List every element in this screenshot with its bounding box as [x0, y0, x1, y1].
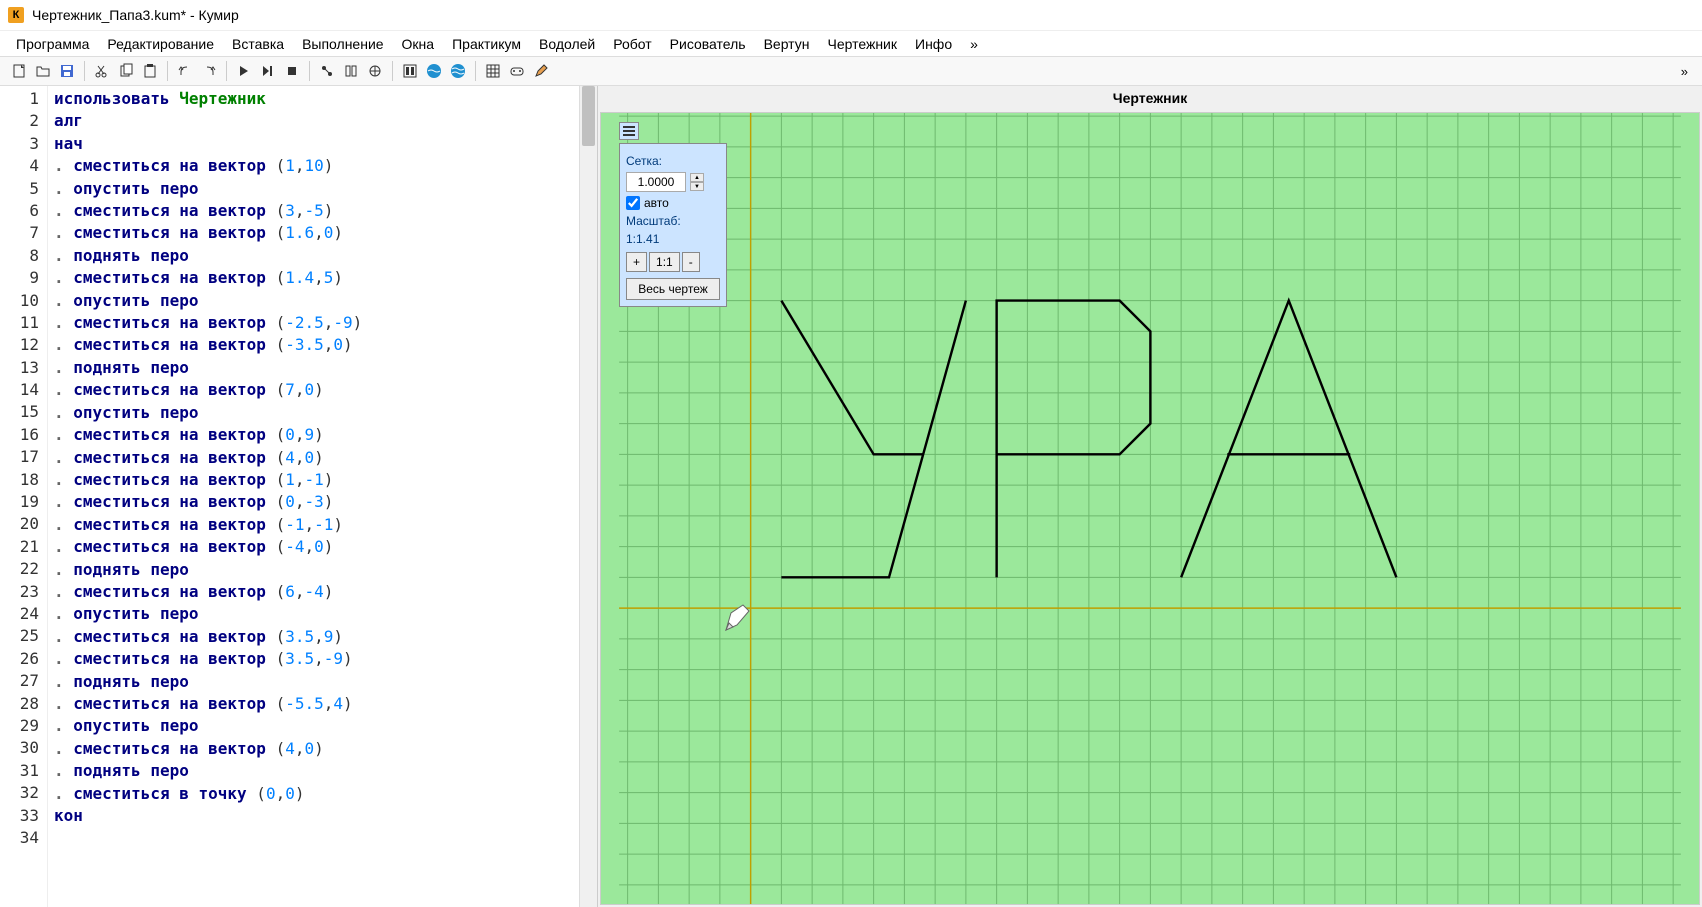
open-file-button[interactable] — [32, 60, 54, 82]
zoom-reset-button[interactable]: 1:1 — [649, 252, 680, 272]
menu-чертежник[interactable]: Чертежник — [819, 34, 905, 54]
titlebar: К Чертежник_Папа3.kum* - Кумир — [0, 0, 1702, 30]
zoom-out-button[interactable]: - — [682, 252, 700, 272]
redo-button[interactable] — [198, 60, 220, 82]
tool-c-button[interactable] — [364, 60, 386, 82]
panel-menu-button[interactable] — [619, 122, 639, 140]
toolbar-separator — [167, 61, 168, 81]
game-tool-button[interactable] — [506, 60, 528, 82]
grid-label: Сетка: — [626, 154, 720, 168]
menu-редактирование[interactable]: Редактирование — [99, 34, 222, 54]
toggle-1-button[interactable] — [399, 60, 421, 82]
menu-робот[interactable]: Робот — [605, 34, 659, 54]
tool-a-button[interactable] — [316, 60, 338, 82]
zoom-in-button[interactable]: + — [626, 252, 647, 272]
cut-button[interactable] — [91, 60, 113, 82]
canvas-title: Чертежник — [598, 86, 1702, 110]
editor-scrollbar[interactable] — [579, 86, 597, 907]
undo-button[interactable] — [174, 60, 196, 82]
main-area: 1234567891011121314151617181920212223242… — [0, 86, 1702, 907]
save-file-button[interactable] — [56, 60, 78, 82]
menu-инфо[interactable]: Инфо — [907, 34, 960, 54]
menu-окна[interactable]: Окна — [394, 34, 443, 54]
toolbar: » — [0, 56, 1702, 86]
menu-практикум[interactable]: Практикум — [444, 34, 529, 54]
tool-b-button[interactable] — [340, 60, 362, 82]
grid-size-input[interactable] — [626, 172, 686, 192]
draw-tool-button[interactable] — [530, 60, 552, 82]
step-button[interactable] — [257, 60, 279, 82]
canvas-area[interactable]: Сетка: ▲ ▼ авто Масштаб: 1:1.41 — [600, 112, 1700, 905]
auto-label: авто — [644, 196, 669, 210]
menu-водолей[interactable]: Водолей — [531, 34, 603, 54]
water-1-icon[interactable] — [423, 60, 445, 82]
toolbar-separator — [226, 61, 227, 81]
run-button[interactable] — [233, 60, 255, 82]
water-2-icon[interactable] — [447, 60, 469, 82]
editor-pane: 1234567891011121314151617181920212223242… — [0, 86, 598, 907]
toolbar-overflow-button[interactable]: » — [1675, 64, 1694, 79]
new-file-button[interactable] — [8, 60, 30, 82]
grid-spin-down[interactable]: ▼ — [690, 182, 704, 191]
menubar: ПрограммаРедактированиеВставкаВыполнение… — [0, 30, 1702, 56]
app-icon: К — [8, 7, 24, 23]
menu-вставка[interactable]: Вставка — [224, 34, 292, 54]
canvas-pane: Чертежник Сетка: ▲ ▼ авто — [598, 86, 1702, 907]
copy-button[interactable] — [115, 60, 137, 82]
menu-выполнение[interactable]: Выполнение — [294, 34, 391, 54]
toolbar-separator — [475, 61, 476, 81]
app-window: К Чертежник_Папа3.kum* - Кумир Программа… — [0, 0, 1702, 907]
canvas-control-panel: Сетка: ▲ ▼ авто Масштаб: 1:1.41 — [619, 143, 727, 307]
full-view-button[interactable]: Весь чертеж — [626, 278, 720, 300]
menu-»[interactable]: » — [962, 34, 986, 54]
menu-программа[interactable]: Программа — [8, 34, 97, 54]
scrollbar-thumb[interactable] — [582, 86, 595, 146]
window-title: Чертежник_Папа3.kum* - Кумир — [32, 7, 239, 23]
toolbar-separator — [392, 61, 393, 81]
line-gutter: 1234567891011121314151617181920212223242… — [0, 86, 48, 907]
scale-value: 1:1.41 — [626, 232, 720, 246]
scale-label: Масштаб: — [626, 214, 720, 228]
paste-button[interactable] — [139, 60, 161, 82]
code-editor[interactable]: использовать Чертежникалгнач. сместиться… — [48, 86, 579, 907]
toolbar-separator — [309, 61, 310, 81]
auto-checkbox[interactable] — [626, 196, 640, 210]
stop-button[interactable] — [281, 60, 303, 82]
canvas-svg — [601, 113, 1699, 904]
grid-tool-button[interactable] — [482, 60, 504, 82]
menu-вертун[interactable]: Вертун — [756, 34, 818, 54]
toolbar-separator — [84, 61, 85, 81]
grid-spin-up[interactable]: ▲ — [690, 173, 704, 182]
menu-рисователь[interactable]: Рисователь — [662, 34, 754, 54]
